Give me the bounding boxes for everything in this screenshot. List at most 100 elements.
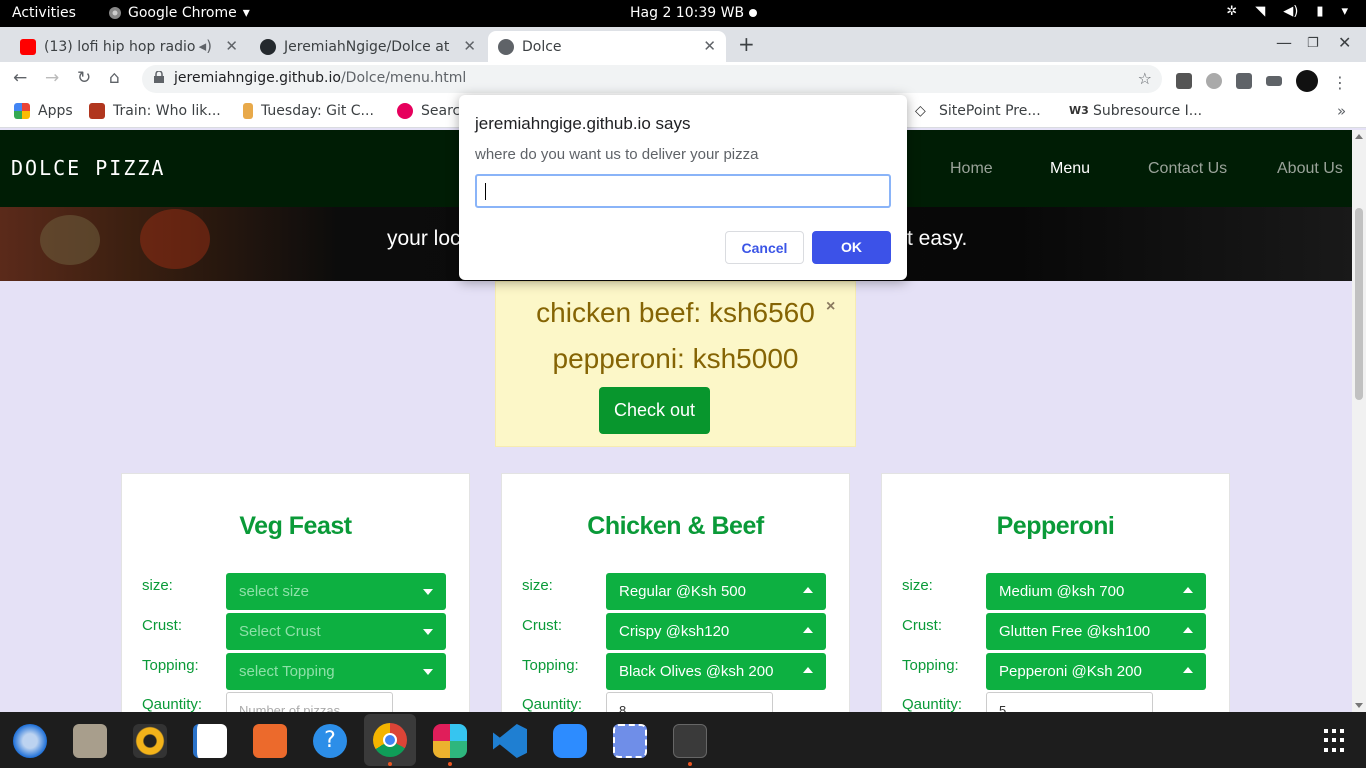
tab-github[interactable]: JeremiahNgige/Dolce at ✕ [250, 31, 486, 62]
browser-toolbar: ← → ↻ ⌂ jeremiahngige.github.io/Dolce/me… [0, 62, 1366, 96]
bookmark-moringa[interactable]: Tuesday: Git C... [243, 103, 374, 119]
thunderbird-icon[interactable] [13, 724, 47, 758]
bookmark-sitepoint[interactable]: ◇ SitePoint Pre... [915, 103, 1041, 119]
slack-icon[interactable] [433, 724, 467, 758]
crust-select[interactable]: Glutten Free @ksh100 [986, 613, 1206, 650]
speaker-icon[interactable]: ◂) [199, 37, 212, 55]
size-select[interactable]: Medium @ksh 700 [986, 573, 1206, 610]
crust-select[interactable]: Select Crust [226, 613, 446, 650]
nav-home[interactable]: Home [950, 160, 993, 178]
power-menu-icon[interactable]: ▾ [1341, 4, 1348, 19]
minimize-button[interactable]: — [1276, 33, 1292, 52]
dialog-message: where do you want us to deliver your piz… [475, 146, 759, 163]
scroll-up-arrow[interactable] [1355, 134, 1363, 139]
globe-extension-icon[interactable] [1206, 73, 1222, 89]
select-value: select size [239, 583, 310, 600]
chrome-dock-item[interactable] [364, 714, 416, 766]
scroll-down-arrow[interactable] [1355, 703, 1363, 708]
quantity-input[interactable]: Number of pizzas [226, 692, 393, 712]
avatar[interactable] [1296, 70, 1318, 92]
topping-select[interactable]: Black Olives @ksh 200 [606, 653, 826, 690]
size-label: size: [142, 577, 173, 594]
github-icon [260, 38, 276, 55]
extension-icon[interactable] [1176, 73, 1192, 89]
clock[interactable]: Hag 2 10:39 WB [630, 5, 744, 21]
pizza-card-chicken-beef: Chicken & Beef size: Regular @Ksh 500 Cr… [501, 473, 850, 712]
show-apps-icon[interactable] [1324, 729, 1348, 753]
close-icon[interactable]: ✕ [225, 37, 238, 55]
files-icon[interactable] [73, 724, 107, 758]
ok-button[interactable]: OK [812, 231, 891, 264]
hero-text-right: t easy. [907, 227, 968, 250]
quantity-input[interactable]: 8 [606, 692, 773, 712]
activities-button[interactable]: Activities [12, 5, 76, 21]
vscode-icon[interactable] [493, 724, 527, 758]
rhythmbox-icon[interactable] [133, 724, 167, 758]
topping-select[interactable]: select Topping [226, 653, 446, 690]
topping-select[interactable]: Pepperoni @Ksh 200 [986, 653, 1206, 690]
app-menu[interactable]: Google Chrome ▾ [108, 5, 250, 21]
maximize-button[interactable]: ❐ [1307, 36, 1319, 51]
checkout-button[interactable]: Check out [599, 387, 710, 434]
moringa-icon [243, 103, 253, 119]
delivery-location-input[interactable] [475, 174, 891, 208]
volume-icon[interactable]: ◀) [1283, 4, 1298, 19]
wifi-icon[interactable]: ◥ [1255, 4, 1265, 19]
new-tab-button[interactable]: + [738, 32, 755, 56]
back-button[interactable]: ← [13, 68, 27, 88]
window-close-button[interactable]: ✕ [1338, 33, 1351, 52]
app-name: Google Chrome [128, 5, 237, 21]
media-control-icon[interactable] [1266, 76, 1282, 86]
prompt-dialog: jeremiahngige.github.io says where do yo… [459, 95, 907, 280]
more-bookmarks-icon[interactable]: » [1337, 102, 1346, 120]
system-top-bar: Activities Google Chrome ▾ Hag 2 10:39 W… [0, 0, 1366, 27]
nav-menu[interactable]: Menu [1050, 160, 1090, 178]
select-value: select Topping [239, 663, 335, 680]
close-icon[interactable]: × [826, 298, 835, 316]
globe-icon [498, 38, 514, 55]
bookmark-apps[interactable]: Apps [14, 103, 73, 119]
system-monitor-icon[interactable] [673, 724, 707, 758]
bookmark-codewars[interactable]: Train: Who lik... [89, 103, 221, 119]
quantity-input[interactable]: 5 [986, 692, 1153, 712]
nav-about[interactable]: About Us [1277, 160, 1343, 178]
cancel-button[interactable]: Cancel [725, 231, 804, 264]
crust-select[interactable]: Crispy @ksh120 [606, 613, 826, 650]
tab-dolce[interactable]: Dolce ✕ [488, 31, 726, 62]
puzzle-icon[interactable] [1236, 73, 1252, 89]
menu-icon[interactable]: ⋮ [1332, 73, 1348, 92]
forward-button[interactable]: → [45, 68, 59, 88]
close-icon[interactable]: ✕ [703, 37, 716, 55]
size-select[interactable]: Regular @Ksh 500 [606, 573, 826, 610]
reload-button[interactable]: ↻ [77, 68, 91, 88]
site-brand[interactable]: DOLCE PIZZA [11, 156, 165, 180]
close-icon[interactable]: ✕ [463, 37, 476, 55]
pizza-card-veg-feast: Veg Feast size: select size Crust: Selec… [121, 473, 470, 712]
bookmark-w3[interactable]: W3 Subresource I... [1069, 103, 1202, 119]
slack-tray-icon[interactable]: ✲ [1226, 4, 1237, 19]
screenshot-icon[interactable] [613, 724, 647, 758]
scrollbar-thumb[interactable] [1355, 208, 1363, 400]
page-scrollbar[interactable] [1352, 130, 1366, 712]
address-bar[interactable]: jeremiahngige.github.io/Dolce/menu.html … [142, 65, 1162, 93]
bookmark-label: Apps [38, 103, 73, 119]
software-icon[interactable] [253, 724, 287, 758]
zoom-icon[interactable] [553, 724, 587, 758]
system-tray[interactable]: ✲ ◥ ◀) ▮ ▾ [1226, 4, 1348, 19]
bookmark-search[interactable]: Searc [397, 103, 460, 119]
tab-youtube[interactable]: (13) lofi hip hop radio ◂) ✕ [10, 31, 248, 62]
chevron-up-icon [803, 667, 813, 673]
battery-icon[interactable]: ▮ [1316, 4, 1323, 19]
size-select[interactable]: select size [226, 573, 446, 610]
chrome-icon [109, 7, 121, 19]
nav-contact[interactable]: Contact Us [1148, 160, 1227, 178]
bookmark-star-icon[interactable]: ☆ [1138, 69, 1152, 88]
writer-icon[interactable] [193, 724, 227, 758]
help-icon[interactable]: ? [313, 724, 347, 758]
card-title: Veg Feast [239, 512, 352, 540]
extensions-area: ⋮ [1176, 70, 1348, 92]
cart-line: pepperoni: ksh5000 [552, 343, 799, 374]
home-button[interactable]: ⌂ [109, 68, 120, 88]
url-path: /Dolce/menu.html [340, 70, 467, 86]
select-value: Regular @Ksh 500 [619, 583, 746, 600]
